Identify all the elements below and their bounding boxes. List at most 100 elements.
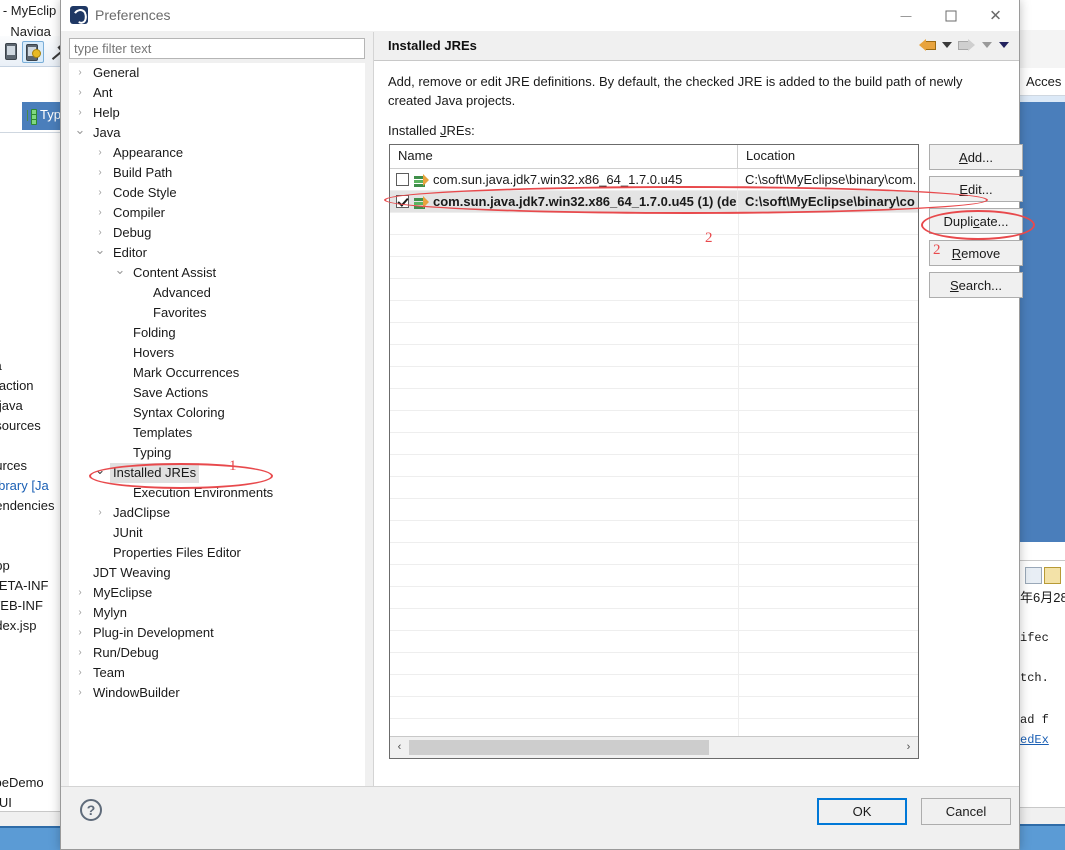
explorer-item[interactable]: ndex.jsp (0, 618, 36, 633)
scrollbar-thumb[interactable] (409, 740, 709, 755)
explorer-item-library[interactable]: Library [Ja (0, 478, 49, 493)
tree-item-jadclipse[interactable]: › JadClipse (69, 503, 365, 523)
chevron-right-icon[interactable]: › (73, 603, 87, 623)
column-header-name[interactable]: Name (390, 145, 738, 168)
tree-item-label: Build Path (113, 165, 173, 180)
tree-item-help[interactable]: › Help (69, 103, 365, 123)
tree-item-ant[interactable]: › Ant (69, 83, 365, 103)
explorer-item[interactable]: app (0, 558, 10, 573)
tree-item-label: Mark Occurrences (133, 365, 240, 380)
chevron-right-icon[interactable]: › (73, 623, 87, 643)
tree-item-save-actions[interactable]: Save Actions (69, 383, 365, 403)
tree-item-code-style[interactable]: › Code Style (69, 183, 365, 203)
forward-history-chevron-down-icon[interactable] (982, 42, 992, 48)
tree-item-team[interactable]: › Team (69, 663, 365, 683)
chevron-down-icon[interactable]: ⌄ (113, 263, 127, 277)
chevron-right-icon[interactable]: › (93, 183, 107, 203)
tree-item-advanced[interactable]: Advanced (69, 283, 365, 303)
explorer-item[interactable]: ources (0, 458, 27, 473)
tree-item-run-debug[interactable]: › Run/Debug (69, 643, 365, 663)
chevron-right-icon[interactable]: › (93, 203, 107, 223)
chevron-right-icon[interactable]: › (93, 223, 107, 243)
tree-item-properties-files-editor[interactable]: Properties Files Editor (69, 543, 365, 563)
explorer-item[interactable]: WEB-INF (0, 598, 43, 613)
tree-item-favorites[interactable]: Favorites (69, 303, 365, 323)
background-tab-access[interactable]: Acces (1020, 68, 1065, 96)
chevron-right-icon[interactable]: › (93, 503, 107, 523)
tree-item-hovers[interactable]: Hovers (69, 343, 365, 363)
tree-item-mylyn[interactable]: › Mylyn (69, 603, 365, 623)
tree-item-java[interactable]: ⌄ Java (69, 123, 365, 143)
chevron-right-icon[interactable]: › (73, 583, 87, 603)
preferences-tree[interactable]: › General › Ant › Help ⌄ Java › Appearance › Build … (69, 63, 365, 788)
tree-item-editor[interactable]: ⌄ Editor (69, 243, 365, 263)
explorer-item[interactable]: pendencies (0, 498, 55, 513)
console-lock-icon[interactable] (1044, 567, 1061, 584)
search-button[interactable]: Search... (929, 272, 1023, 298)
table-row[interactable]: com.sun.java.jdk7.win32.x86_64_1.7.0.u45… (390, 169, 918, 191)
tree-item-mark-occurrences[interactable]: Mark Occurrences (69, 363, 365, 383)
chevron-right-icon[interactable]: › (73, 83, 87, 103)
tree-item-windowbuilder[interactable]: › WindowBuilder (69, 683, 365, 703)
tree-item-appearance[interactable]: › Appearance (69, 143, 365, 163)
explorer-item[interactable]: o.java (0, 398, 23, 413)
tree-item-syntax-coloring[interactable]: Syntax Coloring (69, 403, 365, 423)
help-button[interactable]: ? (80, 799, 102, 821)
explorer-item[interactable]: 1 UI (0, 795, 12, 810)
tree-item-compiler[interactable]: › Compiler (69, 203, 365, 223)
close-button[interactable]: ✕ (973, 0, 1018, 31)
device-icon[interactable] (2, 41, 22, 61)
filter-input[interactable] (69, 38, 365, 59)
chevron-right-icon[interactable]: › (73, 683, 87, 703)
chevron-right-icon[interactable]: › (73, 63, 87, 83)
ok-button[interactable]: OK (817, 798, 907, 825)
tree-item-jdt-weaving[interactable]: JDT Weaving (69, 563, 365, 583)
explorer-item[interactable]: va (0, 358, 2, 373)
jre-checkbox[interactable] (396, 195, 409, 208)
tree-item-execution-environments[interactable]: Execution Environments (69, 483, 365, 503)
chevron-right-icon[interactable]: › (93, 163, 107, 183)
tree-item-myeclipse[interactable]: › MyEclipse (69, 583, 365, 603)
chevron-right-icon[interactable]: › (73, 663, 87, 683)
tree-item-build-path[interactable]: › Build Path (69, 163, 365, 183)
back-history-chevron-down-icon[interactable] (942, 42, 952, 48)
jre-checkbox[interactable] (396, 173, 409, 186)
chevron-down-icon[interactable]: ⌄ (93, 463, 107, 477)
tree-item-debug[interactable]: › Debug (69, 223, 365, 243)
maximize-button[interactable] (928, 0, 973, 31)
console-clear-icon[interactable] (1025, 567, 1042, 584)
table-row[interactable]: com.sun.java.jdk7.win32.x86_64_1.7.0.u45… (390, 191, 918, 213)
back-arrow-icon[interactable] (919, 38, 936, 52)
explorer-item[interactable]: META-INF (0, 578, 48, 593)
add-button[interactable]: Add... (929, 144, 1023, 170)
remove-button[interactable]: Remove (929, 240, 1023, 266)
tree-item-content-assist[interactable]: ⌄ Content Assist (69, 263, 365, 283)
tree-item-typing[interactable]: Typing (69, 443, 365, 463)
duplicate-button[interactable]: Duplicate... (929, 208, 1023, 234)
tree-item-templates[interactable]: Templates (69, 423, 365, 443)
scroll-right-arrow-icon[interactable]: › (900, 737, 917, 758)
deploy-icon[interactable] (22, 41, 44, 63)
chevron-down-icon[interactable]: ⌄ (93, 243, 107, 257)
page-menu-chevron-down-icon[interactable] (999, 42, 1009, 48)
forward-arrow-icon[interactable] (959, 38, 975, 52)
chevron-right-icon[interactable]: › (73, 103, 87, 123)
chevron-right-icon[interactable]: › (73, 643, 87, 663)
edit-button[interactable]: Edit... (929, 176, 1023, 202)
table-horizontal-scrollbar[interactable]: ‹ › (390, 736, 918, 758)
explorer-item[interactable]: b.action (0, 378, 34, 393)
explorer-item[interactable]: esources (0, 418, 41, 433)
tree-item-plug-in-development[interactable]: › Plug-in Development (69, 623, 365, 643)
explorer-item[interactable]: ypeDemo (0, 775, 44, 790)
tree-item-junit[interactable]: JUnit (69, 523, 365, 543)
minimize-button[interactable] (883, 0, 928, 31)
console-link[interactable]: edEx (1020, 733, 1049, 747)
tree-item-folding[interactable]: Folding (69, 323, 365, 343)
tree-item-installed-jres[interactable]: ⌄ Installed JREs (69, 463, 365, 483)
chevron-down-icon[interactable]: ⌄ (73, 123, 87, 137)
column-header-location[interactable]: Location (738, 145, 918, 168)
scroll-left-arrow-icon[interactable]: ‹ (391, 737, 408, 758)
cancel-button[interactable]: Cancel (921, 798, 1011, 825)
chevron-right-icon[interactable]: › (93, 143, 107, 163)
tree-item-general[interactable]: › General (69, 63, 365, 83)
